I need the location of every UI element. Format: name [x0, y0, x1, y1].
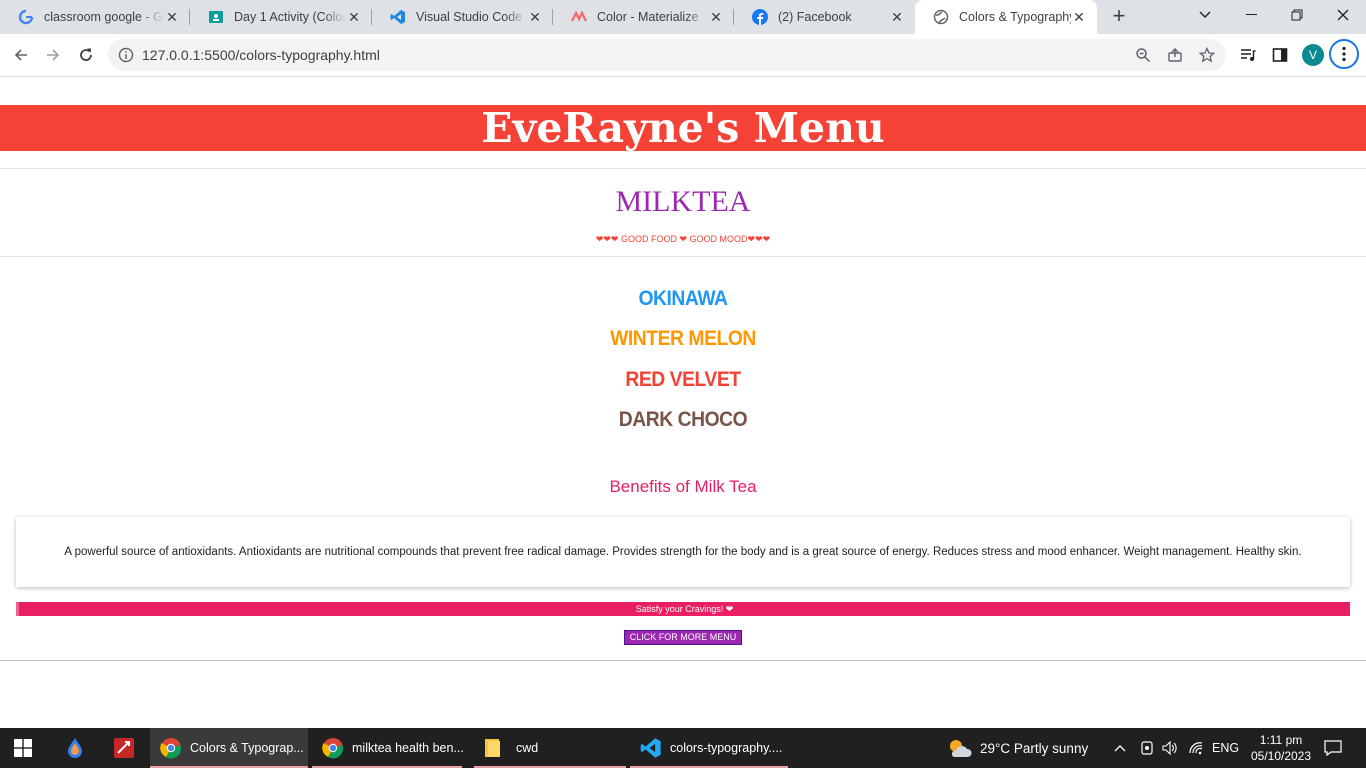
weather-widget[interactable]: 29°C Partly sunny [946, 728, 1088, 768]
taskbar-app-milktea-health[interactable]: milktea health ben... [312, 728, 470, 768]
flavor-dark-choco: DARK CHOCO [618, 408, 748, 431]
minimize-icon[interactable] [1228, 0, 1274, 30]
tab-close-icon[interactable]: ✕ [527, 9, 543, 25]
chrome-icon [160, 737, 182, 759]
vscode-icon [390, 9, 406, 25]
zoom-icon[interactable] [1134, 46, 1152, 64]
tab-google-search[interactable]: classroom google - Google Search ✕ [0, 0, 190, 34]
cravings-bar: Satisfy your Cravings! ❤ [16, 602, 1350, 616]
profile-avatar[interactable]: V [1302, 44, 1324, 66]
address-bar[interactable]: 127.0.0.1:5500/colors-typography.html [108, 39, 1226, 71]
benefits-card: A powerful source of antioxidants. Antio… [16, 517, 1350, 587]
tab-label: Day 1 Activity (Colors & Typography) [234, 10, 346, 24]
flavor-okinawa: OKINAWA [638, 287, 728, 310]
tab-label: Color - Materialize [597, 10, 699, 24]
meet-now-icon[interactable] [1140, 728, 1154, 768]
paint-app-icon[interactable] [64, 728, 86, 768]
classroom-icon [208, 9, 224, 25]
benefits-title: Benefits of Milk Tea [609, 477, 757, 496]
tab-day1-activity[interactable]: Day 1 Activity (Colors & Typography) ✕ [190, 0, 372, 34]
flavor-red-velvet: RED VELVET [625, 368, 741, 391]
tab-close-icon[interactable]: ✕ [708, 9, 724, 25]
more-menu-button[interactable]: CLICK FOR MORE MENU [624, 630, 742, 645]
tab-label: classroom google - Google Search [44, 10, 164, 24]
divider [0, 168, 1366, 169]
clock-time: 1:11 pm [1259, 733, 1303, 747]
divider [0, 256, 1366, 257]
tab-close-icon[interactable]: ✕ [1071, 9, 1087, 25]
taskbar-app-label: colors-typography.... [670, 741, 783, 755]
tab-label: (2) Facebook [778, 10, 852, 24]
share-icon[interactable] [1166, 46, 1184, 64]
divider [0, 660, 1366, 661]
tagline: ❤❤❤ GOOD FOOD ❤ GOOD MOOD❤❤❤ [595, 234, 771, 244]
section-title: MILKTEA [615, 185, 751, 218]
design-app-icon[interactable] [113, 728, 135, 768]
tab-search-icon[interactable] [1182, 0, 1228, 30]
show-hidden-icons-chevron-icon[interactable] [1114, 728, 1126, 768]
facebook-icon [752, 9, 768, 25]
notification-icon[interactable] [1324, 728, 1342, 768]
taskbar-app-label: cwd [516, 741, 539, 755]
reload-icon[interactable] [73, 42, 99, 68]
taskbar-app-vscode[interactable]: colors-typography.... [630, 728, 788, 768]
taskbar-app-cwd-folder[interactable]: cwd [474, 728, 626, 768]
volume-icon[interactable] [1162, 728, 1178, 768]
menu-kebab-icon[interactable] [1329, 39, 1359, 69]
tab-close-icon[interactable]: ✕ [889, 9, 905, 25]
media-control-icon[interactable] [1238, 45, 1258, 65]
side-panel-icon[interactable] [1270, 45, 1290, 65]
tab-colors-typography[interactable]: Colors & Typography ✕ [915, 0, 1097, 34]
chrome-icon [322, 737, 344, 759]
windows-taskbar: Colors & Typograp... milktea health ben.… [0, 728, 1366, 768]
site-info-icon[interactable] [118, 47, 134, 63]
bookmark-star-icon[interactable] [1198, 46, 1216, 64]
google-icon [18, 9, 34, 25]
browser-tab-bar: classroom google - Google Search ✕ Day 1… [0, 0, 1366, 34]
tab-facebook[interactable]: (2) Facebook ✕ [734, 0, 915, 34]
language-indicator[interactable]: ENG [1212, 728, 1239, 768]
windows-start-icon[interactable] [14, 728, 32, 768]
flavor-winter-melon: WINTER MELON [610, 327, 756, 350]
browser-toolbar: 127.0.0.1:5500/colors-typography.html V [0, 34, 1366, 77]
taskbar-app-label: milktea health ben... [352, 741, 464, 755]
page-content: EveRayne's Menu MILKTEA ❤❤❤ GOOD FOOD ❤ … [0, 77, 1366, 728]
restore-icon[interactable] [1274, 0, 1320, 30]
forward-arrow-icon[interactable] [40, 42, 66, 68]
new-tab-icon[interactable]: + [1108, 5, 1130, 27]
vscode-icon [640, 737, 662, 759]
tab-label: Visual Studio Code - Code Editing [416, 10, 527, 24]
materialize-icon [571, 9, 587, 25]
folder-icon [484, 737, 502, 759]
wifi-icon[interactable] [1188, 728, 1204, 768]
menu-banner-title: EveRayne's Menu [0, 105, 1366, 151]
tab-label: Colors & Typography [959, 10, 1071, 24]
taskbar-app-label: Colors & Typograp... [190, 741, 304, 755]
clock[interactable]: 1:11 pm 05/10/2023 [1250, 728, 1312, 768]
globe-icon [933, 9, 949, 25]
partly-sunny-icon [946, 737, 972, 759]
url-text[interactable]: 127.0.0.1:5500/colors-typography.html [142, 47, 380, 63]
tab-close-icon[interactable]: ✕ [164, 9, 180, 25]
taskbar-app-colors-typography[interactable]: Colors & Typograp... [150, 728, 308, 768]
weather-text: 29°C Partly sunny [980, 740, 1089, 756]
clock-date: 05/10/2023 [1250, 749, 1312, 763]
tab-vscode[interactable]: Visual Studio Code - Code Editing ✕ [372, 0, 553, 34]
tab-materialize[interactable]: Color - Materialize ✕ [553, 0, 734, 34]
close-window-icon[interactable] [1320, 0, 1366, 30]
benefits-text: A powerful source of antioxidants. Antio… [64, 546, 1302, 558]
tab-close-icon[interactable]: ✕ [346, 9, 362, 25]
back-arrow-icon[interactable] [8, 42, 34, 68]
